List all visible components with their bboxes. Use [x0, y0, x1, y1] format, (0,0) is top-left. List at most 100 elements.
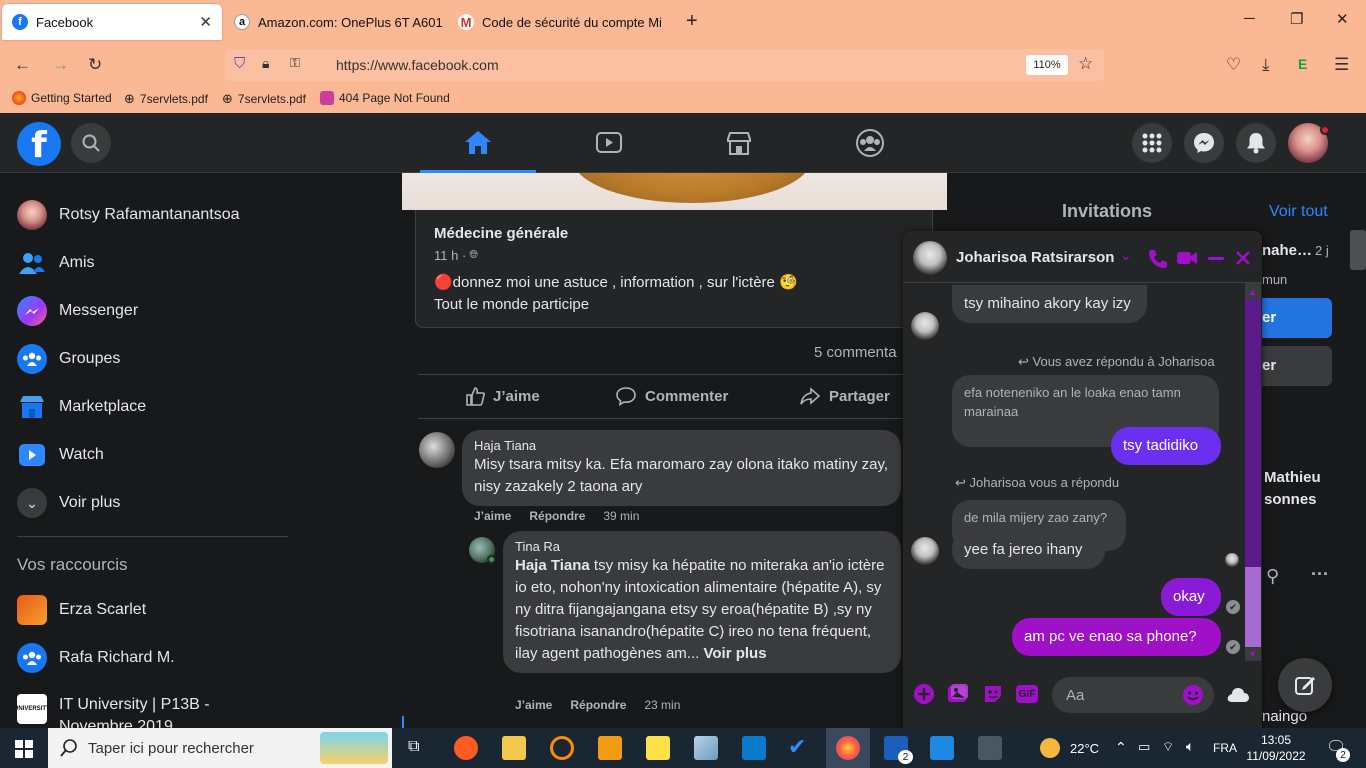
- sidebar-item-friends[interactable]: Amis: [17, 248, 95, 278]
- facebook-logo[interactable]: f: [17, 122, 61, 166]
- sidebar-item-groups[interactable]: Groupes: [17, 344, 120, 374]
- comment-button[interactable]: Commenter: [615, 386, 728, 406]
- forward-icon[interactable]: →: [52, 55, 69, 75]
- firefox-taskbar-active[interactable]: [826, 728, 870, 768]
- like-button[interactable]: J’aime: [465, 386, 540, 406]
- message-incoming[interactable]: yee fa jereo ihany: [952, 531, 1105, 569]
- comment-author[interactable]: Haja Tiana: [474, 438, 889, 454]
- comment-like-link[interactable]: J’aime: [515, 698, 552, 712]
- volume-icon[interactable]: 🔈︎: [1186, 738, 1194, 755]
- commenter-avatar[interactable]: [419, 432, 455, 468]
- network-icon[interactable]: ⌔: [1162, 739, 1174, 755]
- close-chat-icon[interactable]: [1235, 250, 1251, 266]
- vscode-icon[interactable]: [742, 736, 766, 760]
- extension-icon[interactable]: E: [1298, 56, 1307, 72]
- message-input[interactable]: Aa: [1052, 677, 1214, 713]
- bookmark-getting-started[interactable]: Getting Started: [12, 91, 112, 105]
- tab-marketplace[interactable]: [681, 113, 797, 173]
- see-all-link[interactable]: Voir tout: [1269, 203, 1328, 221]
- language-indicator[interactable]: FRA: [1213, 741, 1237, 755]
- minimize-window-icon[interactable]: ─: [1244, 10, 1255, 27]
- post-time[interactable]: 11 h ·: [434, 248, 466, 263]
- bookmark-404[interactable]: 404 Page Not Found: [320, 91, 450, 105]
- new-tab-button[interactable]: +: [686, 10, 698, 33]
- sidebar-item-messenger[interactable]: Messenger: [17, 296, 138, 326]
- app-icon-sketch[interactable]: [454, 736, 478, 760]
- clock[interactable]: 13:05 11/09/2022: [1246, 732, 1306, 764]
- comments-count[interactable]: 5 commenta: [814, 344, 897, 361]
- tracking-shield-icon[interactable]: ⛉: [234, 55, 245, 72]
- scrollbar-thumb[interactable]: [1245, 567, 1261, 647]
- battery-icon[interactable]: ▭: [1138, 739, 1150, 755]
- notifications-button[interactable]: [1236, 123, 1276, 163]
- page-scrollbar-thumb[interactable]: [1350, 230, 1366, 270]
- bookmark-star-icon[interactable]: ☆: [1078, 54, 1093, 74]
- tab-amazon[interactable]: a Amazon.com: OnePlus 6T A601: [224, 4, 444, 40]
- sidebar-item-see-more[interactable]: ⌄ Voir plus: [17, 488, 120, 518]
- shared-post-card[interactable]: Médecine générale 11 h · 🌐︎ 🔴donnez moi …: [415, 210, 933, 328]
- permissions-icon[interactable]: ⚿: [290, 55, 300, 71]
- sticker-icon[interactable]: [982, 683, 1004, 705]
- downloads-icon[interactable]: ⤓: [1262, 55, 1270, 75]
- bookmark-7servlets-2[interactable]: ⊕ 7servlets.pdf: [222, 91, 306, 107]
- comment-time[interactable]: 39 min: [603, 509, 639, 523]
- task-view-icon[interactable]: ⧉: [408, 738, 419, 756]
- emoji-icon[interactable]: [1182, 684, 1204, 706]
- post-group-name[interactable]: Médecine générale: [434, 225, 568, 242]
- contact-name[interactable]: Joharisoa Ratsirarson: [956, 249, 1114, 266]
- tab-home[interactable]: [420, 113, 536, 173]
- close-tab-icon[interactable]: ✕: [199, 13, 212, 31]
- sidebar-item-profile[interactable]: Rotsy Rafamantanantsoa: [17, 200, 240, 230]
- phone-icon[interactable]: [1147, 248, 1167, 268]
- post-image[interactable]: [402, 173, 947, 210]
- close-window-icon[interactable]: ✕: [1336, 10, 1349, 28]
- chat-scrollbar[interactable]: ▲ ▼: [1245, 283, 1261, 661]
- sidebar-item-watch[interactable]: Watch: [17, 440, 104, 470]
- cloud-icon[interactable]: [1226, 684, 1250, 704]
- shortcut-erza-scarlet[interactable]: Erza Scarlet: [17, 595, 146, 625]
- message-incoming[interactable]: tsy mihaino akory kay izy: [952, 285, 1147, 323]
- shortcut-it-university[interactable]: UNIVERSITY IT University | P13B - Novemb…: [17, 694, 288, 728]
- url-text[interactable]: https://www.facebook.com: [336, 57, 499, 73]
- more-options-icon[interactable]: ···: [1311, 564, 1329, 585]
- back-icon[interactable]: ←: [14, 55, 31, 75]
- new-message-button[interactable]: [1278, 658, 1332, 712]
- search-button[interactable]: [71, 123, 111, 163]
- menu-icon[interactable]: ☰: [1334, 55, 1349, 75]
- search-contacts-icon[interactable]: ⚲: [1266, 566, 1279, 587]
- add-icon[interactable]: [913, 683, 935, 705]
- todo-check-icon[interactable]: ✔: [788, 734, 806, 760]
- comment-reply-link[interactable]: Répondre: [529, 509, 585, 523]
- scroll-down-icon[interactable]: ▼: [1248, 649, 1257, 659]
- message-outgoing[interactable]: am pc ve enao sa phone?: [1012, 618, 1221, 656]
- search-app-icon[interactable]: [550, 736, 574, 760]
- comment-author[interactable]: Tina Ra: [515, 539, 889, 555]
- comment-mention[interactable]: Haja Tiana: [515, 557, 590, 574]
- chevron-down-icon[interactable]: ⌄: [1120, 247, 1132, 264]
- minimize-chat-icon[interactable]: [1208, 257, 1224, 260]
- weather-sun-icon[interactable]: [1040, 738, 1060, 758]
- see-more-link[interactable]: Voir plus: [703, 645, 766, 662]
- contact-avatar[interactable]: [913, 241, 947, 275]
- restore-window-icon[interactable]: ❐: [1290, 10, 1303, 28]
- lock-icon[interactable]: 🔒︎: [262, 55, 269, 72]
- messenger-button[interactable]: [1184, 123, 1224, 163]
- tab-facebook[interactable]: f Facebook ✕: [2, 4, 222, 40]
- comment-reply-link[interactable]: Répondre: [570, 698, 626, 712]
- message-outgoing[interactable]: tsy tadidiko: [1111, 427, 1221, 465]
- tab-watch[interactable]: [551, 113, 667, 173]
- sidebar-item-marketplace[interactable]: Marketplace: [17, 392, 146, 422]
- comment-time[interactable]: 23 min: [644, 698, 680, 712]
- weather-temp[interactable]: 22°C: [1070, 741, 1099, 756]
- message-outgoing[interactable]: okay: [1161, 578, 1221, 616]
- taskbar-search[interactable]: Taper ici pour rechercher: [48, 728, 392, 768]
- bookmark-7servlets-1[interactable]: ⊕ 7servlets.pdf: [124, 91, 208, 107]
- url-bar[interactable]: ⛉ 🔒︎ ⚿ https://www.facebook.com 110% ☆: [226, 49, 1104, 81]
- xampp-icon[interactable]: [598, 736, 622, 760]
- invite-name-peek[interactable]: nahe…: [1262, 242, 1312, 259]
- file-explorer-icon[interactable]: [502, 736, 526, 760]
- sticky-notes-icon[interactable]: [646, 736, 670, 760]
- zoom-level[interactable]: 110%: [1026, 55, 1068, 75]
- calculator-icon[interactable]: [978, 736, 1002, 760]
- share-button[interactable]: Partager: [799, 386, 890, 406]
